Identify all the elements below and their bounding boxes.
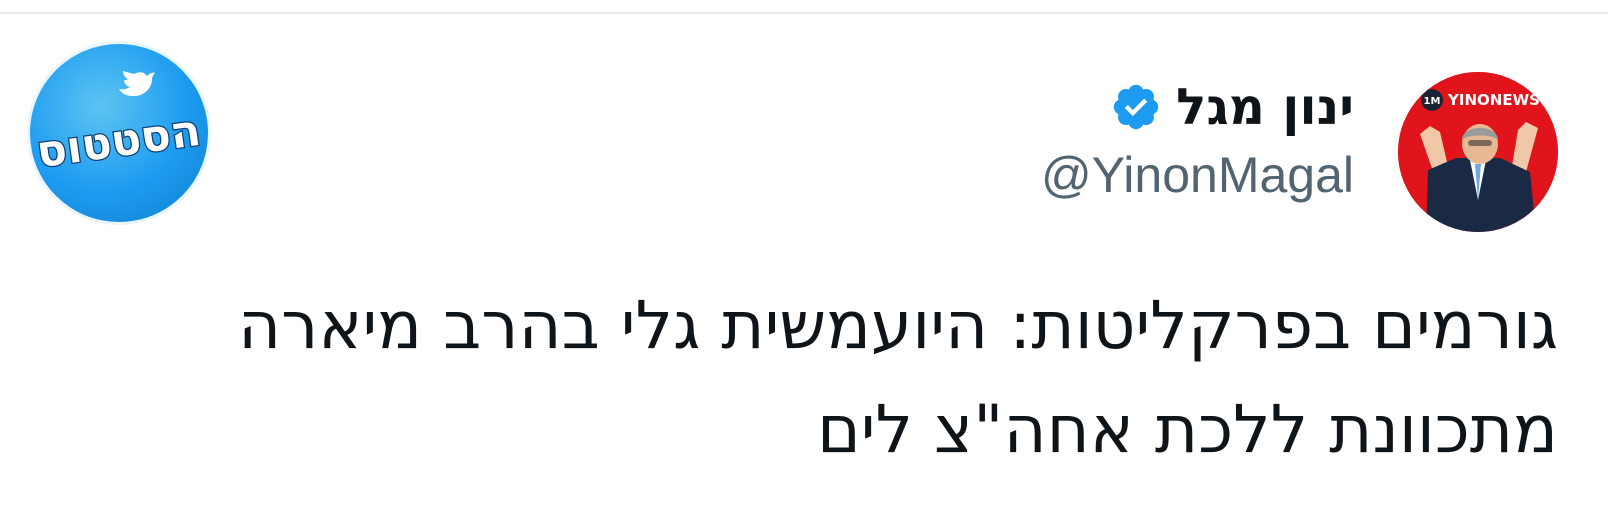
author-name-row[interactable]: ינון מגל xyxy=(1110,72,1354,142)
avatar-small-badge: 1M xyxy=(1424,96,1441,107)
bird-icon: הסטטוס xyxy=(32,71,205,180)
brand-logo: הסטטוס xyxy=(30,44,208,222)
author-avatar[interactable]: 1M YINONEWS xyxy=(1398,72,1558,232)
tweet-text: גורמים בפרקליטות: היועמשית גלי בהרב מיאר… xyxy=(58,274,1558,482)
tweet-text-line: גורמים בפרקליטות: היועמשית גלי בהרב מיאר… xyxy=(238,287,1558,364)
author-display-name[interactable]: ינון מגל xyxy=(1176,82,1354,132)
author-handle[interactable]: @YinonMagal xyxy=(1041,148,1354,203)
tweet-text-line: מתכוונת ללכת אחה"צ לים xyxy=(816,391,1558,468)
brand-logo-text: הסטטוס xyxy=(33,105,203,178)
verified-badge-icon xyxy=(1113,84,1159,130)
avatar-badge-text: YINONEWS xyxy=(1447,91,1540,109)
tweet-card: הסטטוס 1M YINONEWS ינון מגל @YinonMagal … xyxy=(0,0,1608,508)
